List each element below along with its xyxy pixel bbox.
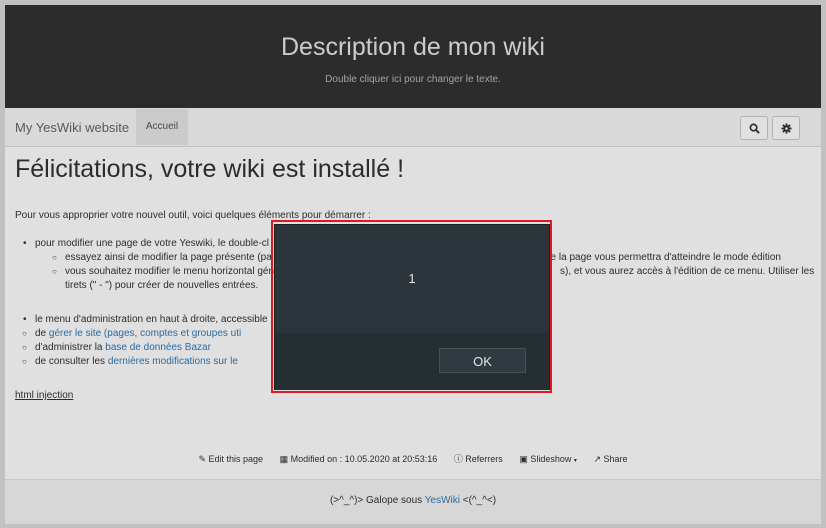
alert-message: 1	[408, 271, 416, 286]
ok-button[interactable]: OK	[439, 348, 526, 373]
alert-dialog: 1 OK	[274, 224, 550, 390]
